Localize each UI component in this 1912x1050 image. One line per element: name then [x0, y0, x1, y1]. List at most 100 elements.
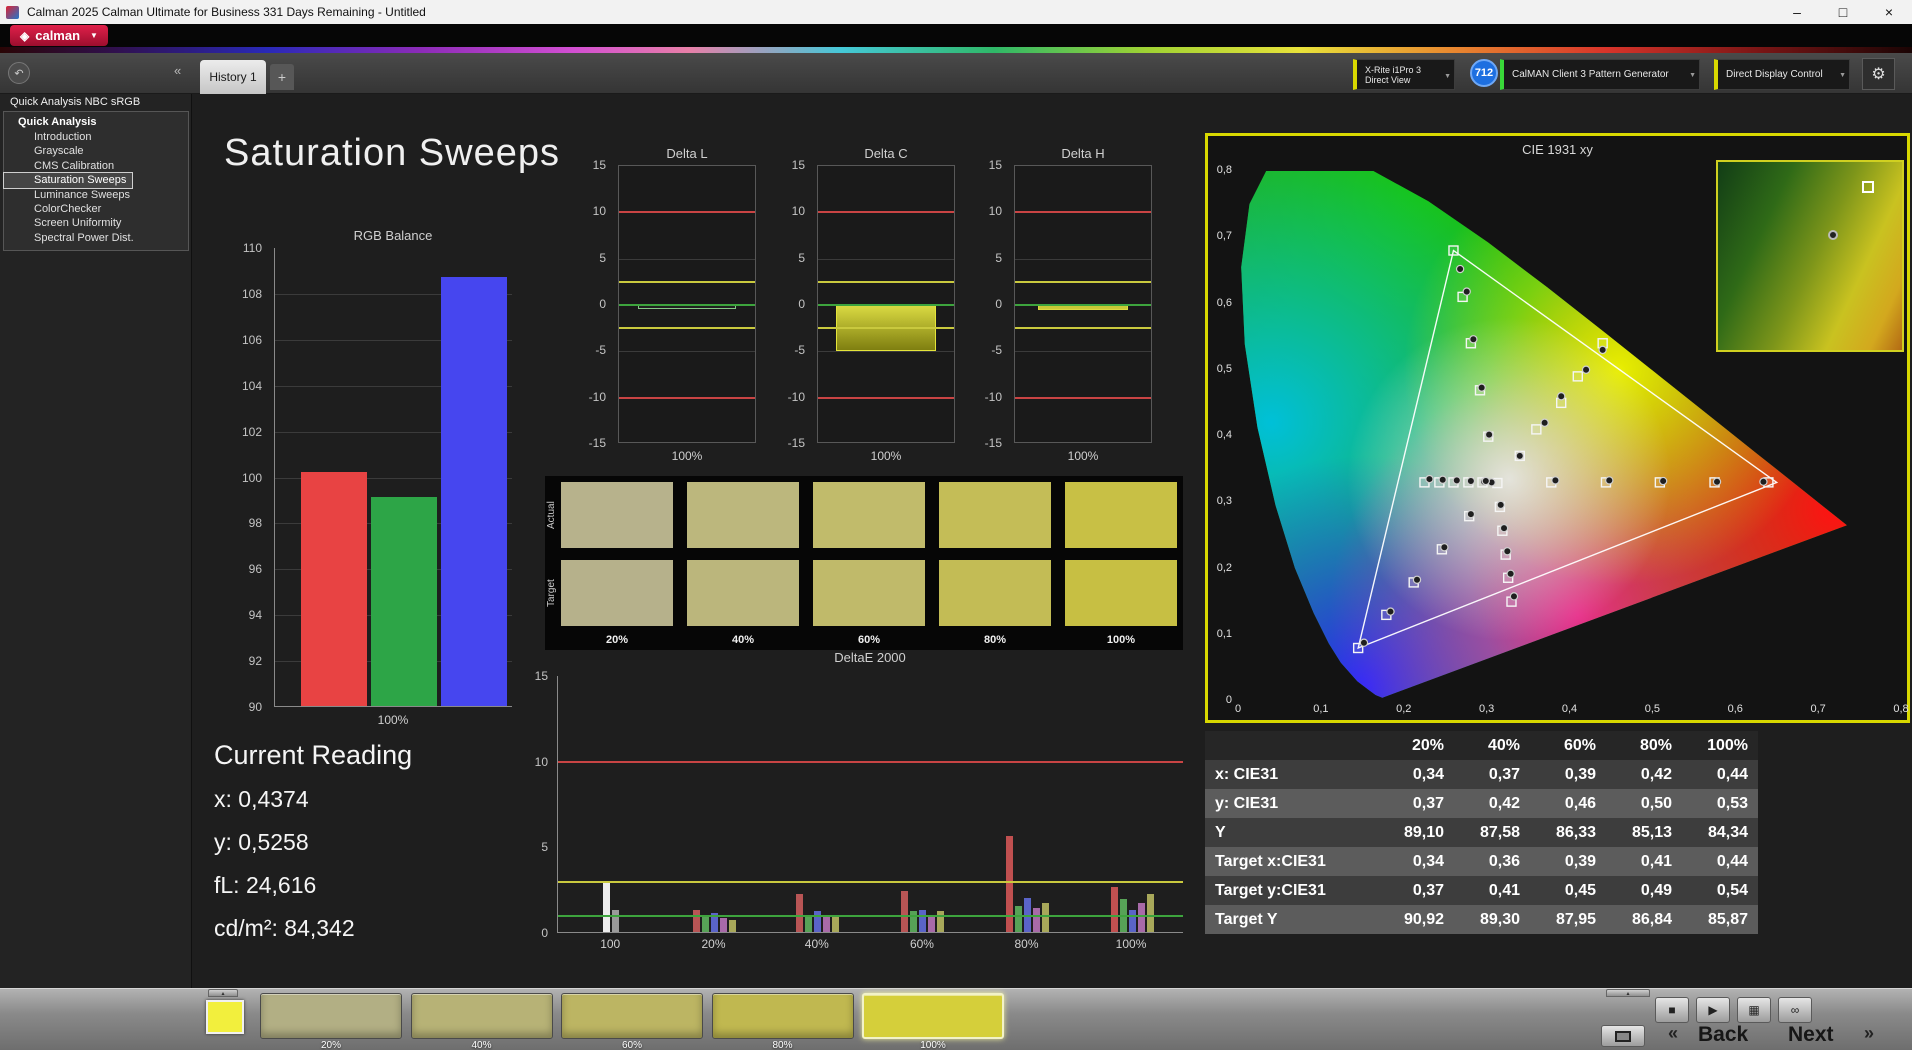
sidebar-collapse-button[interactable]: «	[174, 63, 181, 78]
sidebar-item-screen-uniformity[interactable]: Screen Uniformity	[4, 216, 188, 230]
table-cell: 0,53	[1716, 794, 1748, 812]
deltae-bar	[928, 914, 936, 932]
limit-line	[619, 280, 755, 283]
play-button[interactable]: ▶	[1696, 997, 1730, 1023]
header-20%: 20%	[1411, 736, 1444, 754]
pattern-button-40%[interactable]	[410, 993, 553, 1039]
actual-swatch-40%	[687, 482, 799, 548]
saturation-swatch-panel: Actual Target 20% 40% 60% 80% 100%	[545, 476, 1183, 650]
sidebar-item-grayscale[interactable]: Grayscale	[4, 144, 188, 158]
deltae-bar	[720, 918, 727, 932]
measured-point	[1499, 523, 1509, 533]
limit-line	[818, 211, 954, 214]
pattern-window-button[interactable]: ▦	[1737, 997, 1771, 1023]
table-cell: 0,37	[1412, 794, 1444, 812]
sidebar-item-cms-calibration[interactable]: CMS Calibration	[4, 159, 188, 173]
x-tick: 0,6	[1727, 703, 1743, 715]
reading-fl: fL: 24,616	[214, 872, 317, 898]
y-tick: 5	[541, 840, 548, 855]
measured-point	[1503, 547, 1512, 556]
target-swatch-60%	[813, 560, 925, 626]
titlebar: Calman 2025 Calman Ultimate for Business…	[0, 0, 1912, 24]
table-cell: 87,95	[1555, 910, 1596, 928]
meter-badge[interactable]: 712	[1470, 59, 1498, 87]
sidebar-item-saturation-sweeps[interactable]: Saturation Sweeps	[2, 172, 134, 189]
pattern-button-80%[interactable]	[711, 993, 854, 1039]
limit-line	[818, 304, 954, 306]
limit-line	[1015, 211, 1151, 214]
limit-line	[1015, 327, 1151, 330]
pattern-window-icon: ▦	[1748, 1003, 1760, 1017]
measured-point	[1551, 476, 1560, 485]
y-tick: 94	[248, 608, 262, 623]
back-chevrons-icon[interactable]: «	[1668, 1023, 1678, 1044]
pattern-button-20%[interactable]	[260, 993, 402, 1039]
x-tick: 0	[1234, 703, 1242, 715]
x-tick: 60%	[909, 937, 934, 951]
add-tab-button[interactable]: +	[270, 64, 294, 90]
calman-menu-button[interactable]: ◈ calman ▼	[10, 25, 108, 46]
controls-tray-toggle[interactable]: ▴	[1606, 989, 1650, 997]
continuous-measure-button[interactable]: ∞	[1778, 997, 1812, 1023]
rgb-balance-x-label: 100%	[377, 713, 409, 727]
stop-button[interactable]: ■	[1655, 997, 1689, 1023]
table-cell: 85,87	[1707, 910, 1748, 928]
maximize-button[interactable]: □	[1820, 0, 1866, 24]
current-pattern-swatch[interactable]	[206, 1000, 244, 1034]
sidebar-item-colorchecker[interactable]: ColorChecker	[4, 202, 188, 216]
y-tick: 5	[798, 250, 805, 265]
y-tick: -5	[595, 343, 606, 358]
calman-logo-icon: ◈	[20, 28, 30, 43]
close-button[interactable]: ×	[1866, 0, 1912, 24]
sidebar-item-luminance-sweeps[interactable]: Luminance Sweeps	[4, 188, 188, 202]
tab-history-1[interactable]: History 1	[200, 60, 266, 94]
target-swatch-20%	[561, 560, 673, 626]
tree-root-quick-analysis[interactable]: Quick Analysis	[4, 115, 188, 130]
limit-line	[619, 327, 755, 330]
meter-dropdown[interactable]: X-Rite i1Pro 3 Direct View ▼	[1353, 59, 1455, 90]
sidebar-item-introduction[interactable]: Introduction	[4, 130, 188, 144]
y-tick: 0	[541, 926, 548, 940]
target-swatch-100%	[1065, 560, 1177, 626]
table-cell: 84,34	[1707, 823, 1748, 841]
deltae-bar	[1006, 836, 1013, 932]
back-button[interactable]: Back	[1698, 1023, 1748, 1047]
actual-swatch-20%	[561, 482, 673, 548]
measured-point	[1386, 607, 1395, 616]
pattern-generator-dropdown[interactable]: CalMAN Client 3 Pattern Generator ▼	[1500, 59, 1700, 90]
display-control-dropdown[interactable]: Direct Display Control ▼	[1714, 59, 1850, 90]
pattern-tray-toggle[interactable]: ▴	[208, 989, 238, 997]
row-label: Target y:CIE31	[1215, 881, 1326, 899]
table-cell: 86,33	[1555, 823, 1596, 841]
limit-line	[1015, 304, 1151, 306]
table-header-row: 20% 40% 60% 80% 100%	[1205, 731, 1758, 760]
pattern-button-100%[interactable]	[862, 993, 1004, 1039]
pattern-display-button[interactable]	[1601, 1025, 1645, 1047]
table-row: Target y:CIE31 0,37 0,41 0,45 0,49 0,54	[1205, 876, 1758, 905]
next-button[interactable]: Next	[1788, 1023, 1834, 1047]
next-chevrons-icon[interactable]: »	[1864, 1023, 1874, 1044]
y-tick: 102	[241, 424, 262, 439]
play-icon: ▶	[1708, 1003, 1718, 1017]
pattern-button-60%[interactable]	[561, 993, 703, 1039]
x-tick: 80%	[1014, 937, 1039, 951]
sidebar-item-spectral-power-dist-[interactable]: Spectral Power Dist.	[4, 231, 188, 245]
minimize-button[interactable]: –	[1774, 0, 1820, 24]
y-tick: -15	[588, 436, 606, 450]
y-tick: 0	[798, 297, 805, 311]
undo-button[interactable]: ↶	[8, 62, 30, 84]
table-row: x: CIE31 0,34 0,37 0,39 0,42 0,44	[1205, 760, 1758, 789]
pattern-bar: ▴ 20% 40% 60% 80% 100% ▴ ■ ▶ ▦ ∞ « Back Next…	[0, 988, 1912, 1050]
delta-l-chart: Delta L 15 10 5 0 -5 -10 -15 100%	[580, 146, 758, 468]
y-tick: 106	[241, 332, 262, 347]
x-tick: 100%	[1115, 937, 1147, 951]
table-row: Y 89,10 87,58 86,33 85,13 84,34	[1205, 818, 1758, 847]
measured-point	[1605, 476, 1614, 485]
calman-logo-text: calman	[35, 28, 81, 43]
measured-point	[1506, 569, 1515, 578]
settings-button[interactable]: ⚙	[1862, 58, 1895, 90]
measurement-table: 20% 40% 60% 80% 100% x: CIE31 0,34 0,37 0,39 0,42…	[1205, 731, 1758, 934]
table-cell: 0,34	[1412, 852, 1444, 870]
target-point	[1572, 371, 1583, 382]
y-tick: 98	[248, 516, 262, 531]
